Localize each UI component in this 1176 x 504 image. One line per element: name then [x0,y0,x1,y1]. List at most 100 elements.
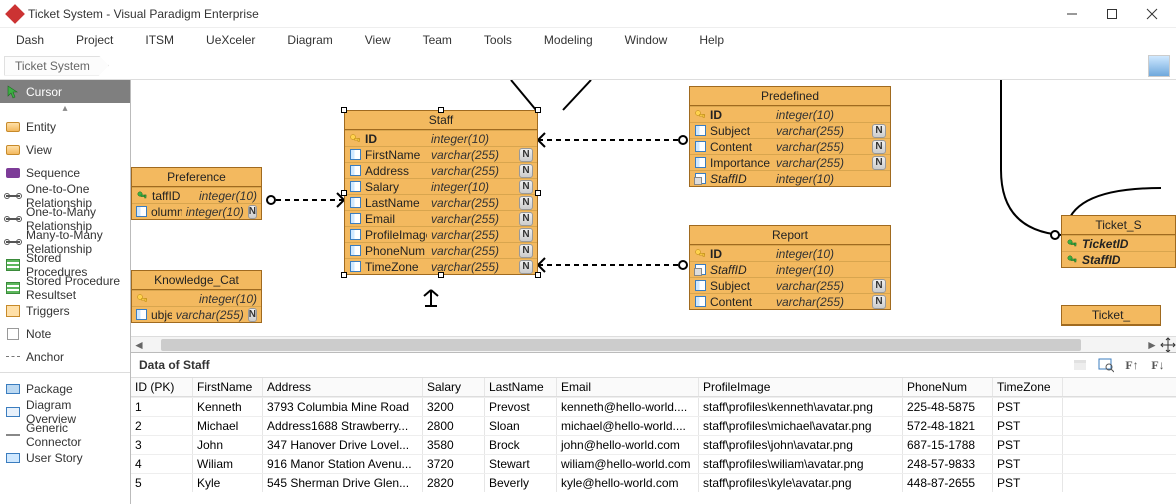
palette-triggers[interactable]: Triggers [0,299,130,322]
entity-column[interactable]: ubjectvarchar(255)N [132,306,261,322]
column-header-tz[interactable]: TimeZone [993,378,1063,396]
column-type: integer(10) [776,247,886,261]
entity-report[interactable]: ReportIDinteger(10)StaffIDinteger(10)Sub… [689,225,891,310]
table-row[interactable]: 3John347 Hanover Drive Lovel...3580Brock… [131,435,1176,454]
palette-cursor[interactable]: Cursor [0,80,130,103]
entity-column[interactable]: StaffIDinteger(10) [690,261,890,277]
entity-column[interactable]: PhoneNumvarchar(255)N [345,242,537,258]
entity-column[interactable]: integer(10) [132,290,261,306]
column-type: integer(10) [199,292,257,306]
table-row[interactable]: 5Kyle545 Sherman Drive Glen...2820Beverl… [131,473,1176,492]
table-cell: 225-48-5875 [903,398,993,416]
column-name: TimeZone [365,260,427,274]
column-name: ID [710,108,772,122]
entity-preference[interactable]: PreferencetaffIDinteger(10)olumninteger(… [131,167,262,220]
palette-view[interactable]: View [0,138,130,161]
move-icon[interactable] [1160,337,1176,352]
menu-window[interactable]: Window [609,33,684,47]
palette-generic-connector[interactable]: Generic Connector [0,423,130,446]
palette-item-label: Anchor [26,350,64,364]
maximize-button[interactable] [1092,1,1132,27]
entity-column[interactable]: StaffID [1062,251,1175,267]
entity-column[interactable]: Contentvarchar(255)N [690,293,890,309]
entity-title: Ticket_S [1062,216,1175,235]
entity-column[interactable]: Addressvarchar(255)N [345,162,537,178]
column-header-id[interactable]: ID (PK) [131,378,193,396]
table-row[interactable]: 4Wiliam916 Manor Station Avenu...3720Ste… [131,454,1176,473]
menu-project[interactable]: Project [60,33,129,47]
palette-anchor[interactable]: Anchor [0,345,130,368]
column-name: ID [710,247,772,261]
entity-staff[interactable]: StaffIDinteger(10)FirstNamevarchar(255)N… [344,110,538,275]
column-header-email[interactable]: Email [557,378,699,396]
column-header-phone[interactable]: PhoneNum [903,378,993,396]
column-header-img[interactable]: ProfileImage [699,378,903,396]
entity-column[interactable]: Emailvarchar(255)N [345,210,537,226]
column-header-last[interactable]: LastName [485,378,557,396]
entity-ticket_partial[interactable]: Ticket_ [1061,305,1161,326]
entity-column[interactable]: Subjectvarchar(255)N [690,277,890,293]
column-name: Subject [710,279,772,293]
panel-tool-sort-asc[interactable]: F↑ [1122,355,1142,375]
breadcrumb[interactable]: Ticket System [4,56,109,76]
column-type: integer(10) [776,108,886,122]
palette-item-label: Triggers [26,304,70,318]
column-name: ID [365,132,427,146]
entity-column[interactable]: TicketID [1062,235,1175,251]
layout-tool-icon[interactable] [1148,55,1170,77]
table-cell: staff\profiles\kyle\avatar.png [699,474,903,492]
table-row[interactable]: 1Kenneth3793 Columbia Mine Road3200Prevo… [131,397,1176,416]
panel-tool-search-icon[interactable] [1096,355,1116,375]
column-header-first[interactable]: FirstName [193,378,263,396]
close-button[interactable] [1132,1,1172,27]
entity-knowledge_cat[interactable]: Knowledge_Catinteger(10)ubjectvarchar(25… [131,270,262,323]
column-type: varchar(255) [431,164,515,178]
table-cell: 5 [131,474,193,492]
entity-column[interactable]: FirstNamevarchar(255)N [345,146,537,162]
entity-column[interactable]: ID integer(10) [690,245,890,261]
entity-column[interactable]: StaffIDinteger(10) [690,170,890,186]
menu-itsm[interactable]: ITSM [129,33,190,47]
entity-column[interactable]: ID integer(10) [690,106,890,122]
menu-team[interactable]: Team [407,33,468,47]
entity-column[interactable]: TimeZonevarchar(255)N [345,258,537,274]
panel-tool-1[interactable] [1070,355,1090,375]
entity-column[interactable]: Importancevarchar(255)N [690,154,890,170]
table-row[interactable]: 2MichaelAddress1688 Strawberry...2800Slo… [131,416,1176,435]
scroll-left-icon[interactable]: ◄ [131,337,147,352]
entity-column[interactable]: Salaryinteger(10)N [345,178,537,194]
menu-diagram[interactable]: Diagram [271,33,348,47]
palette-collapse-icon[interactable]: ▴ [0,103,130,115]
column-header-addr[interactable]: Address [263,378,423,396]
entity-predefined[interactable]: PredefinedIDinteger(10)Subjectvarchar(25… [689,86,891,187]
menu-view[interactable]: View [349,33,407,47]
entity-column[interactable]: taffIDinteger(10) [132,187,261,203]
entity-column[interactable]: IDinteger(10) [345,130,537,146]
horizontal-scrollbar[interactable]: ◄ ► [131,336,1176,352]
entity-ticket_s[interactable]: Ticket_STicketIDStaffID [1061,215,1176,268]
entity-column[interactable]: Contentvarchar(255)N [690,138,890,154]
palette-stored-procedure-resultset[interactable]: Stored Procedure Resultset [0,276,130,299]
menu-uexceler[interactable]: UeXceler [190,33,271,47]
entity-column[interactable]: Subjectvarchar(255)N [690,122,890,138]
entity-column[interactable]: ProfileImagevarchar(255)N [345,226,537,242]
nullable-badge: N [519,164,533,178]
table-cell: staff\profiles\kenneth\avatar.png [699,398,903,416]
entity-column[interactable]: olumninteger(10)N [132,203,261,219]
minimize-button[interactable] [1052,1,1092,27]
palette-entity[interactable]: Entity [0,115,130,138]
panel-tool-sort-desc[interactable]: F↓ [1148,355,1168,375]
data-table: ID (PK)FirstNameAddressSalaryLastNameEma… [131,377,1176,504]
menu-tools[interactable]: Tools [468,33,528,47]
column-header-salary[interactable]: Salary [423,378,485,396]
table-cell: 3580 [423,436,485,454]
menu-modeling[interactable]: Modeling [528,33,609,47]
entity-column[interactable]: LastNamevarchar(255)N [345,194,537,210]
scroll-right-icon[interactable]: ► [1144,337,1160,352]
diagram-canvas[interactable]: PreferencetaffIDinteger(10)olumninteger(… [131,80,1176,336]
table-cell: 2800 [423,417,485,435]
palette-note[interactable]: Note [0,322,130,345]
palette-user-story[interactable]: User Story [0,446,130,469]
menu-help[interactable]: Help [683,33,740,47]
menu-dash[interactable]: Dash [0,33,60,47]
